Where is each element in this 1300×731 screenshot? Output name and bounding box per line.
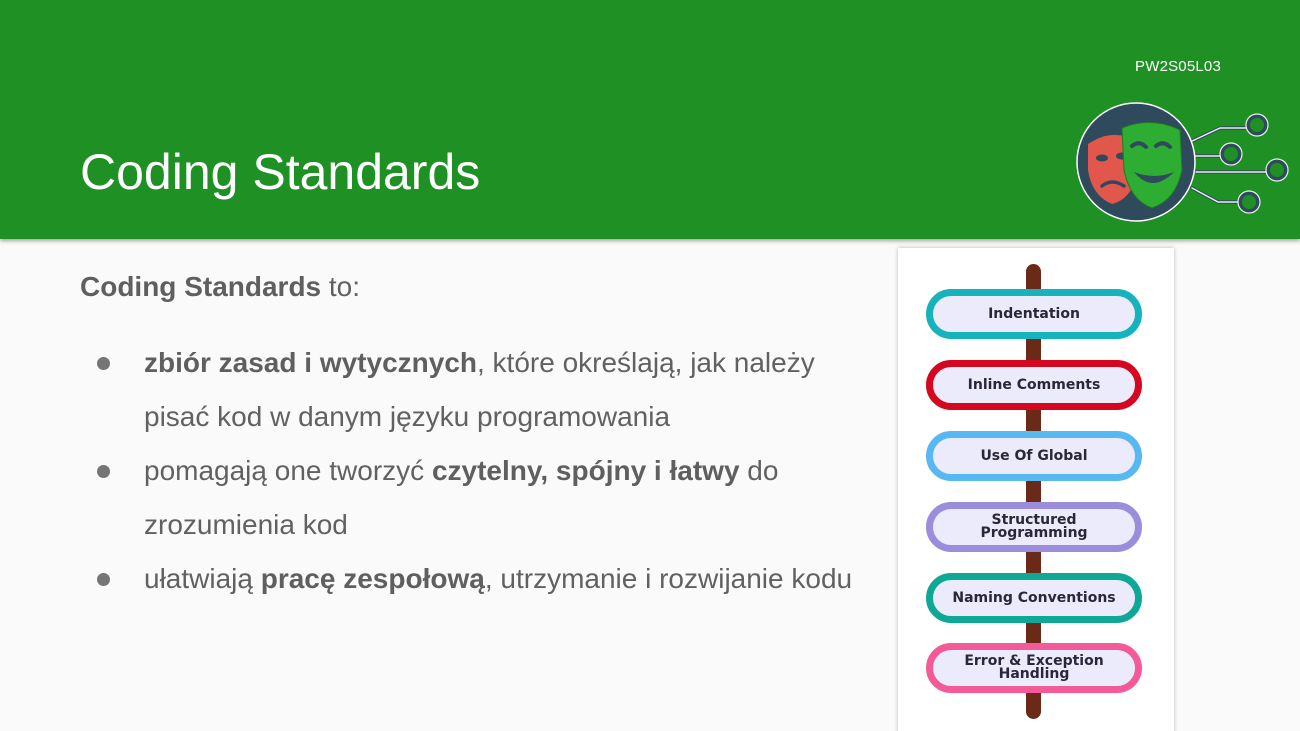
intro-rest: to:: [321, 271, 361, 302]
sign-use-of-global: Use Of Global: [926, 431, 1142, 481]
slide-header: PW2S05L03 Coding Standards: [0, 0, 1300, 239]
bullet-text: , utrzymanie i rozwijanie kodu: [484, 563, 853, 594]
bullet-bold: pracę zespołową: [260, 563, 485, 594]
bullet-item: pomagają one tworzyć czytelny, spójny i …: [80, 444, 870, 552]
bullet-list: zbiór zasad i wytycznych, które określaj…: [80, 336, 870, 606]
slide-title: Coding Standards: [80, 144, 481, 200]
sign-inline-comments: Inline Comments: [926, 360, 1142, 410]
intro-bold: Coding Standards: [80, 271, 322, 302]
bullet-item: zbiór zasad i wytycznych, które określaj…: [80, 336, 870, 444]
intro-line: Coding Standards to:: [80, 268, 360, 306]
signpost-illustration: Indentation Inline Comments Use Of Globa…: [898, 248, 1174, 731]
bullet-bold: zbiór zasad i wytycznych: [144, 347, 477, 378]
slide-code: PW2S05L03: [1135, 58, 1222, 75]
bullet-text: pomagają one tworzyć: [144, 455, 432, 486]
bullet-dot: [97, 465, 110, 478]
bullet-item: ułatwiają pracę zespołową, utrzymanie i …: [80, 552, 870, 606]
sign-structured-programming: Structured Programming: [926, 502, 1142, 552]
sign-indentation: Indentation: [926, 289, 1142, 339]
bullet-text: ułatwiają: [144, 563, 261, 594]
sign-error-exception-handling: Error & Exception Handling: [926, 643, 1142, 693]
slide: PW2S05L03 Coding Standards Coding Standa…: [0, 0, 1300, 731]
bullet-dot: [97, 357, 110, 370]
sign-naming-conventions: Naming Conventions: [926, 573, 1142, 623]
bullet-dot: [97, 573, 110, 586]
bullet-bold: czytelny, spójny i łatwy: [431, 455, 740, 486]
theater-masks-circuit-icon: [1076, 102, 1289, 222]
